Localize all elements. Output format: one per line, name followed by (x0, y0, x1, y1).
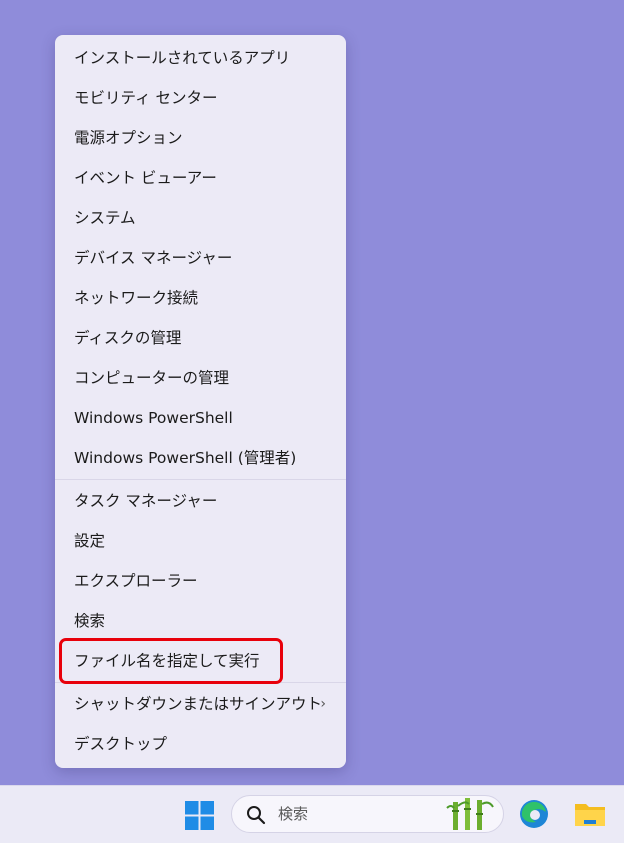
taskbar-search-box[interactable]: 検索 (231, 795, 504, 833)
menu-item-settings[interactable]: 設定 (55, 521, 346, 561)
search-icon (246, 805, 266, 829)
menu-item-disk-management[interactable]: ディスクの管理 (55, 318, 346, 358)
menu-item-device-manager[interactable]: デバイス マネージャー (55, 238, 346, 278)
menu-item-shutdown[interactable]: シャットダウンまたはサインアウト › (55, 684, 346, 724)
menu-item-shutdown-label: シャットダウンまたはサインアウト (74, 695, 323, 713)
menu-separator (55, 479, 346, 480)
menu-item-explorer[interactable]: エクスプローラー (55, 561, 346, 601)
file-explorer-icon[interactable] (574, 800, 606, 832)
menu-item-network-connections[interactable]: ネットワーク接続 (55, 278, 346, 318)
windows-start-icon[interactable] (185, 801, 214, 830)
menu-item-powershell-admin[interactable]: Windows PowerShell (管理者) (55, 438, 346, 478)
menu-item-desktop[interactable]: デスクトップ (55, 724, 346, 764)
edge-icon[interactable] (518, 798, 550, 834)
menu-item-task-manager[interactable]: タスク マネージャー (55, 481, 346, 521)
search-placeholder: 検索 (278, 805, 309, 823)
menu-item-search[interactable]: 検索 (55, 601, 346, 641)
menu-item-system[interactable]: システム (55, 198, 346, 238)
chevron-right-icon: › (320, 696, 326, 712)
bamboo-icon (445, 798, 495, 834)
menu-item-event-viewer[interactable]: イベント ビューアー (55, 158, 346, 198)
menu-item-power-options[interactable]: 電源オプション (55, 118, 346, 158)
run-highlight-box (59, 638, 283, 684)
menu-item-mobility-center[interactable]: モビリティ センター (55, 78, 346, 118)
taskbar: 検索 (0, 785, 624, 843)
menu-item-installed-apps[interactable]: インストールされているアプリ (55, 38, 346, 78)
menu-item-powershell[interactable]: Windows PowerShell (55, 398, 346, 438)
menu-item-computer-management[interactable]: コンピューターの管理 (55, 358, 346, 398)
